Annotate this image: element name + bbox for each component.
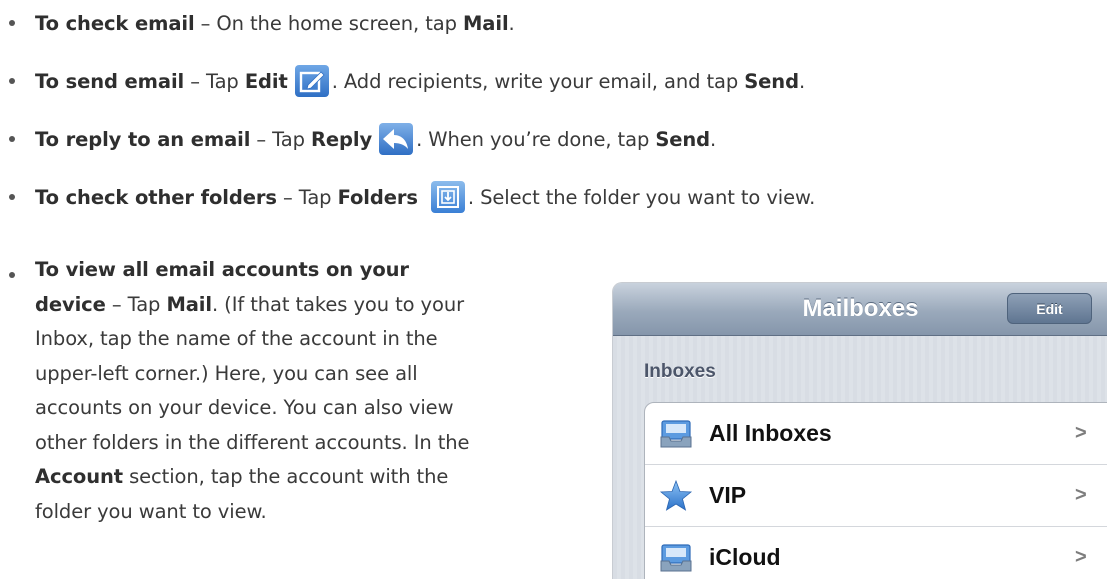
mailbox-label: VIP (709, 482, 747, 508)
inbox-tray-icon (659, 417, 693, 451)
bullet-text: To check other folders – Tap Folders . S… (35, 177, 815, 217)
bullet-body: . Add recipients, write your email, and … (331, 69, 745, 93)
bullet-dot (9, 78, 15, 84)
folders-icon (430, 180, 466, 214)
inbox-tray-icon (659, 541, 693, 575)
bullet-body: – Tap (276, 185, 338, 209)
bullet-text: To send email – Tap Edit . Add recipient… (35, 61, 805, 101)
compose-icon (294, 64, 330, 98)
mailbox-row-all-inboxes[interactable]: All Inboxes > (645, 403, 1107, 465)
chevron-right-icon: > (1075, 484, 1087, 506)
section-label-inboxes: Inboxes (644, 361, 716, 382)
bullet-keyword: Folders (337, 185, 418, 209)
mailboxes-screenshot: Mailboxes Edit Inboxes All Inboxes > VIP… (612, 282, 1107, 579)
chevron-right-icon: > (1075, 546, 1087, 568)
bullet-dot (9, 20, 15, 26)
bullet-body: – Tap (250, 127, 311, 151)
edit-button[interactable]: Edit (1007, 293, 1092, 324)
mailbox-row-vip[interactable]: VIP > (645, 465, 1107, 527)
mailbox-row-icloud[interactable]: iCloud > (645, 527, 1107, 579)
bullet-keyword: Edit (244, 69, 288, 93)
bullet-view-accounts: To view all email accounts on your devic… (35, 253, 475, 529)
mailbox-label: iCloud (709, 544, 781, 570)
bullet-heading: To reply to an email (35, 127, 251, 151)
nav-bar: Mailboxes Edit (613, 283, 1107, 336)
bullet-body: . (508, 11, 515, 35)
chevron-right-icon: > (1075, 422, 1087, 444)
bullet-dot (9, 272, 15, 278)
bullet-text: To reply to an email – Tap Reply . When … (35, 119, 716, 159)
reply-arrow-icon (378, 122, 414, 156)
bullet-text: To check email – On the home screen, tap… (35, 3, 515, 43)
bullet-keyword: Mail (166, 292, 212, 316)
bullet-heading: To send email (35, 69, 185, 93)
bullet-dot (9, 136, 15, 142)
bullet-keyword: Send (744, 69, 799, 93)
bullet-body: . (710, 127, 717, 151)
bullet-body: – Tap (105, 292, 167, 316)
star-icon (659, 479, 693, 513)
bullet-dot (9, 194, 15, 200)
bullet-body: – On the home screen, tap (194, 11, 463, 35)
bullet-keyword: Send (655, 127, 711, 151)
bullet-body: . Select the folder you want to view. (467, 185, 816, 209)
bullet-heading: To check email (35, 11, 195, 35)
bullet-keyword: Account (35, 465, 123, 488)
bullet-heading: To check other folders (35, 185, 277, 209)
bullet-keyword: Mail (463, 11, 509, 35)
bullet-body: . (If that takes you to your Inbox, tap … (35, 292, 470, 454)
bullet-body: . When you’re done, tap (416, 127, 656, 151)
bullet-body: . (798, 69, 806, 93)
bullet-body: – Tap (184, 69, 245, 93)
mailbox-label: All Inboxes (709, 420, 832, 446)
mailbox-list: All Inboxes > VIP > iCloud > (644, 402, 1107, 579)
bullet-keyword: Reply (310, 127, 373, 151)
